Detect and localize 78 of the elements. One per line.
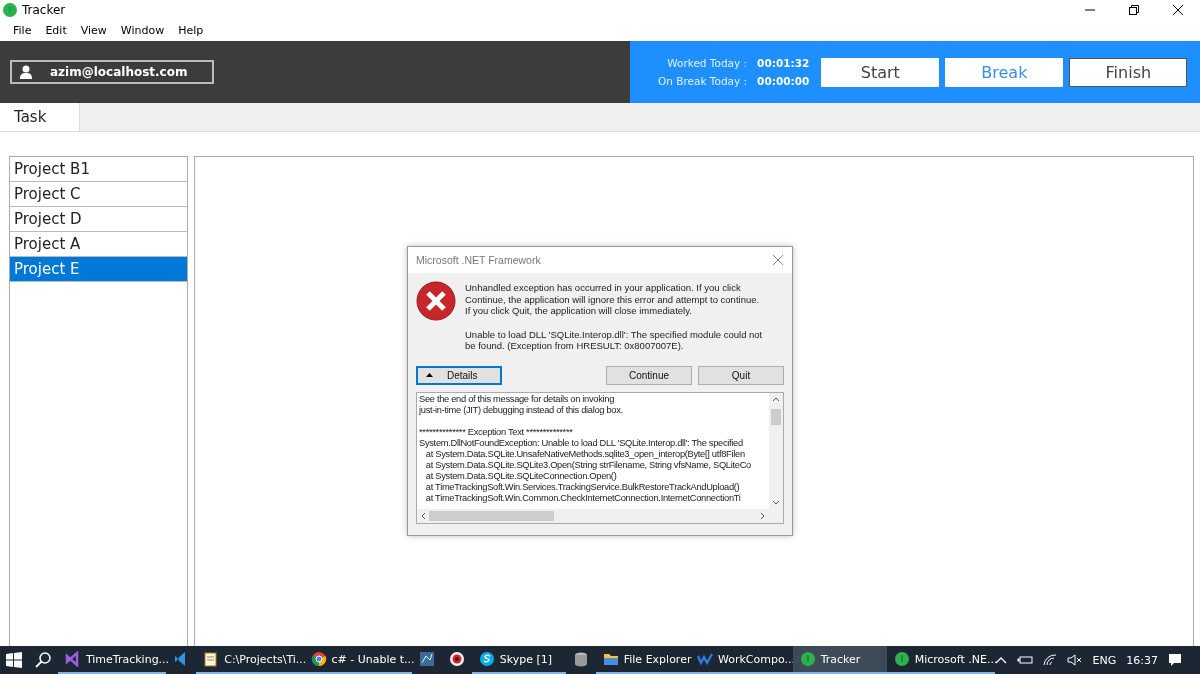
notepad-icon: [203, 651, 220, 667]
user-field: azim@localhost.com: [10, 60, 214, 84]
details-line: at System.Data.SQLite.SQLite3.Open(String strFilename, String vfsName, SQLiteCo: [424, 459, 752, 471]
project-item[interactable]: Project E: [10, 257, 187, 282]
project-item[interactable]: Project D: [10, 207, 187, 232]
taskbar-label: WorkCompo...: [718, 652, 795, 666]
details-line: just-in-time (JIT) debugging instead of this dialog box.: [419, 404, 624, 416]
database-icon: [572, 651, 589, 667]
badge-icon: [448, 651, 465, 667]
taskbar-label: Skype [1]: [499, 652, 553, 666]
dialog-button[interactable]: Quit: [698, 365, 784, 385]
language-indicator[interactable]: ENG: [1092, 653, 1117, 667]
circle-icon: [799, 651, 816, 667]
clock[interactable]: 16:37: [1126, 653, 1158, 667]
stat-value: 00:01:32: [757, 57, 810, 69]
chart-icon: [418, 651, 435, 667]
taskbar-button[interactable]: File Explorer: [595, 646, 690, 674]
vertical-scrollbar[interactable]: [769, 392, 783, 509]
menu-item[interactable]: Window: [113, 24, 172, 37]
stat-label: Worked Today :: [666, 57, 748, 69]
taskbar-button[interactable]: Microsoft .NE...: [886, 646, 995, 674]
tab[interactable]: Task: [0, 103, 81, 131]
details-line: System.DllNotFoundException: Unable to load DLL 'SQLite.Interop.dll': The specified: [419, 437, 744, 449]
project-item[interactable]: Project B1: [10, 157, 187, 182]
taskbar-button[interactable]: C:\Projects\Ti...: [196, 646, 304, 674]
details-line: See the end of this message for details on invoking: [419, 393, 616, 405]
stat-label: On Break Today :: [658, 75, 748, 87]
search-icon[interactable]: [35, 652, 52, 668]
battery-icon[interactable]: [1016, 655, 1033, 665]
taskbar-label: Tracker: [820, 652, 861, 666]
wave-icon: [697, 651, 713, 667]
caret-icon: [426, 373, 433, 377]
windows-icon[interactable]: [6, 652, 23, 668]
close-icon[interactable]: [1173, 5, 1183, 15]
app-logo-icon: [3, 3, 17, 17]
muted-speaker-icon[interactable]: [1066, 654, 1083, 666]
menu-item[interactable]: File: [6, 24, 39, 37]
details-line: at TimeTrackingSoft.Win.Services.TrackingService.BulkRestoreTrackAndUpload(): [424, 481, 741, 493]
loop-icon: [64, 651, 81, 667]
menu-item[interactable]: View: [73, 24, 114, 37]
project-item[interactable]: Project C: [10, 182, 187, 207]
horizontal-scrollbar[interactable]: [417, 508, 783, 523]
details-line: at System.Data.SQLite.SQLiteConnection.Open(): [424, 470, 618, 482]
details-line: ************** Exception Text **************: [419, 426, 574, 438]
taskbar-label: TimeTracking...: [85, 652, 170, 666]
taskbar-button[interactable]: c# - Unable t...: [303, 646, 412, 674]
taskbar-label: File Explorer: [623, 652, 692, 666]
menu-item[interactable]: Help: [171, 24, 211, 37]
taskbar-button[interactable]: TimeTracking...: [57, 646, 167, 674]
notification-icon[interactable]: [1168, 653, 1182, 667]
dialog-button[interactable]: Continue: [606, 365, 692, 385]
details-line: at System.Data.SQLite.UnsafeNativeMethods.sqlite3_open_interop(Byte[] utf8Filen: [424, 448, 746, 460]
chevron-up-icon[interactable]: [994, 656, 1007, 664]
user-icon: [20, 65, 32, 79]
wifi-icon[interactable]: [1042, 654, 1057, 666]
error-message: Unhandled exception has occurred in your application. If you click Continue, the application will ignore this error and attempt to continue. If you click Quit, the application will close immediately.: [465, 282, 761, 317]
chat-icon: [478, 651, 495, 667]
scrollbar-thumb[interactable]: [771, 408, 781, 425]
menu-item[interactable]: Edit: [38, 24, 74, 37]
taskbar-label: c# - Unable t...: [331, 652, 415, 666]
ring-icon: [310, 651, 327, 667]
stat-value: 00:00:00: [757, 75, 810, 87]
action-button[interactable]: Start: [821, 57, 940, 87]
error-message: Unable to load DLL 'SQLite.Interop.dll': The specified module could not be found. (Exception from HRESULT: 0x8007007E).: [465, 328, 764, 352]
dialog-button[interactable]: Details: [416, 365, 502, 385]
taskbar-label: Microsoft .NE...: [914, 652, 998, 666]
dialog-title: Microsoft .NET Framework: [416, 254, 541, 266]
restore-icon[interactable]: [1129, 5, 1139, 15]
folder-icon: [602, 651, 619, 667]
details-line: at TimeTrackingSoft.Win.Common.CheckInternetConnection.InternetConnectionTi: [424, 492, 742, 504]
error-icon: [416, 281, 456, 321]
taskbar-button[interactable]: Skype [1]: [471, 646, 566, 674]
scrollbar-thumb[interactable]: [429, 510, 554, 521]
taskbar-button[interactable]: Tracker: [792, 646, 887, 674]
action-button[interactable]: Finish: [1069, 57, 1188, 87]
circle-icon: [893, 651, 910, 667]
window-title: Tracker: [22, 3, 67, 17]
taskbar-button[interactable]: WorkCompo...: [690, 646, 793, 674]
